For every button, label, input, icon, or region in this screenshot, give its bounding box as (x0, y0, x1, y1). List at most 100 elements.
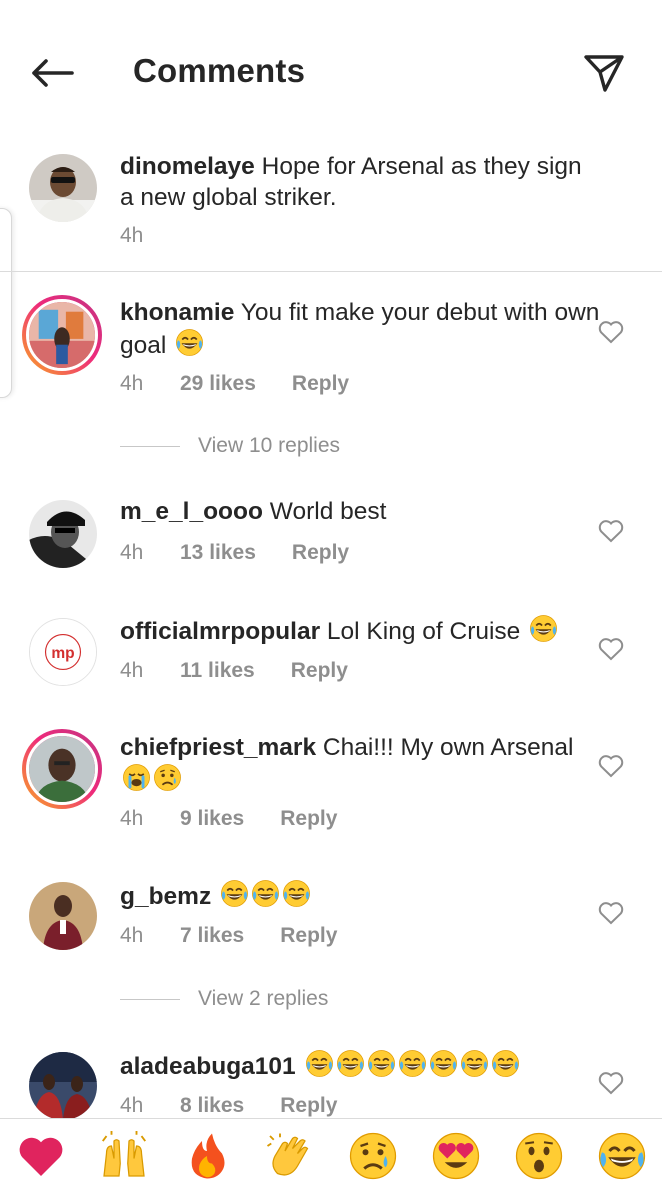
comment-text: m_e_l_oooo World best (120, 496, 600, 527)
avatar-image: mp (30, 619, 96, 685)
tears-of-joy-emoji (398, 1049, 427, 1078)
heart-eyes-emoji[interactable] (427, 1129, 485, 1183)
likes-count[interactable]: 11 likes (180, 659, 255, 683)
avatar[interactable] (22, 729, 102, 809)
red-heart-emoji[interactable] (12, 1129, 70, 1183)
heart-outline-icon (598, 638, 624, 661)
fire-emoji[interactable] (178, 1129, 236, 1183)
like-button[interactable] (596, 635, 626, 663)
view-replies-label: View 10 replies (198, 434, 341, 457)
avatar[interactable] (29, 500, 97, 568)
quick-emoji-bar (0, 1118, 662, 1188)
divider-line (120, 445, 180, 447)
divider-line (120, 998, 180, 1000)
avatar-image (29, 154, 97, 222)
view-replies-button[interactable]: View 2 replies (120, 987, 328, 1011)
back-arrow-icon (32, 59, 74, 87)
tears-of-joy-emoji (367, 1049, 396, 1078)
avatar[interactable] (22, 295, 102, 375)
comment-text: officialmrpopular Lol King of Cruise (120, 614, 600, 647)
comment-username[interactable]: officialmrpopular (120, 618, 320, 645)
comment-username[interactable]: khonamie (120, 299, 234, 326)
tears-of-joy-emoji (529, 614, 558, 643)
comment-text: g_bemz (120, 879, 600, 912)
tears-of-joy-emoji (460, 1049, 489, 1078)
like-button[interactable] (596, 752, 626, 780)
timestamp: 4h (120, 372, 144, 395)
comment-meta: 4h 8 likes Reply (120, 1094, 337, 1118)
comment-body: World best (269, 498, 387, 525)
reply-button[interactable]: Reply (292, 372, 349, 396)
comment-meta: 4h 13 likes Reply (120, 541, 349, 565)
timestamp: 4h (120, 924, 144, 947)
like-button[interactable] (596, 517, 626, 545)
tears-of-joy-emoji (282, 879, 311, 908)
likes-count[interactable]: 13 likes (180, 541, 256, 565)
share-button[interactable] (578, 48, 630, 98)
avatar-image (29, 1052, 97, 1120)
reply-button[interactable]: Reply (280, 924, 337, 948)
post-caption: dinomelaye Hope for Arsenal as they sign… (0, 140, 662, 272)
crying-face-emoji (153, 763, 182, 792)
paper-plane-icon (584, 55, 624, 92)
heart-outline-icon (598, 1072, 624, 1095)
raising-hands-emoji[interactable] (95, 1129, 153, 1183)
likes-count[interactable]: 29 likes (180, 372, 256, 396)
reply-button[interactable]: Reply (280, 807, 337, 831)
comment-body: Chai!!! My own Arsenal (322, 734, 574, 761)
astonished-face-emoji[interactable] (510, 1129, 568, 1183)
tears-of-joy-emoji (336, 1049, 365, 1078)
avatar[interactable]: mp (29, 618, 97, 686)
like-button[interactable] (596, 1069, 626, 1097)
back-button[interactable] (26, 50, 78, 96)
comment-username[interactable]: chiefpriest_mark (120, 734, 316, 761)
avatar[interactable] (29, 1052, 97, 1120)
likes-count[interactable]: 7 likes (180, 924, 244, 948)
reply-button[interactable]: Reply (292, 541, 349, 565)
view-replies-label: View 2 replies (198, 987, 329, 1010)
caption-meta: 4h (120, 224, 180, 248)
comment-meta: 4h 11 likes Reply (120, 659, 348, 683)
likes-count[interactable]: 9 likes (180, 807, 244, 831)
comment-username[interactable]: aladeabuga101 (120, 1053, 296, 1080)
heart-outline-icon (598, 755, 624, 778)
comment-text: chiefpriest_mark Chai!!! My own Arsenal (120, 732, 600, 796)
comment-text: aladeabuga101 (120, 1049, 600, 1082)
tears-of-joy-emoji (491, 1049, 520, 1078)
avatar-image (29, 500, 97, 568)
tears-of-joy-emoji (251, 879, 280, 908)
timestamp: 4h (120, 807, 144, 830)
loudly-crying-face-emoji (122, 763, 151, 792)
caption-username[interactable]: dinomelaye (120, 153, 255, 180)
page-title: Comments (133, 52, 306, 89)
timestamp: 4h (120, 659, 144, 682)
clapping-hands-emoji[interactable] (261, 1129, 319, 1183)
timestamp: 4h (120, 541, 144, 564)
timestamp: 4h (120, 224, 144, 247)
comment-text: khonamie You fit make your debut with ow… (120, 297, 600, 361)
comment-username[interactable]: m_e_l_oooo (120, 498, 263, 525)
like-button[interactable] (596, 318, 626, 346)
likes-count[interactable]: 8 likes (180, 1094, 244, 1118)
heart-outline-icon (598, 321, 624, 344)
avatar[interactable] (29, 154, 97, 222)
tears-of-joy-emoji[interactable] (593, 1129, 651, 1183)
reply-button[interactable]: Reply (291, 659, 348, 683)
timestamp: 4h (120, 1094, 144, 1117)
caption-text: dinomelaye Hope for Arsenal as they sign… (120, 151, 600, 213)
view-replies-button[interactable]: View 10 replies (120, 434, 340, 458)
tears-of-joy-emoji (220, 879, 249, 908)
tears-of-joy-emoji (305, 1049, 334, 1078)
reply-button[interactable]: Reply (280, 1094, 337, 1118)
avatar-image (29, 302, 95, 368)
avatar-image (29, 736, 95, 802)
like-button[interactable] (596, 899, 626, 927)
logo-text: mp (51, 645, 74, 662)
tears-of-joy-emoji (175, 328, 204, 357)
crying-face-emoji[interactable] (344, 1129, 402, 1183)
comment-username[interactable]: g_bemz (120, 883, 211, 910)
comment-body: Lol King of Cruise (326, 618, 521, 645)
heart-outline-icon (598, 902, 624, 925)
avatar[interactable] (29, 882, 97, 950)
heart-outline-icon (598, 520, 624, 543)
